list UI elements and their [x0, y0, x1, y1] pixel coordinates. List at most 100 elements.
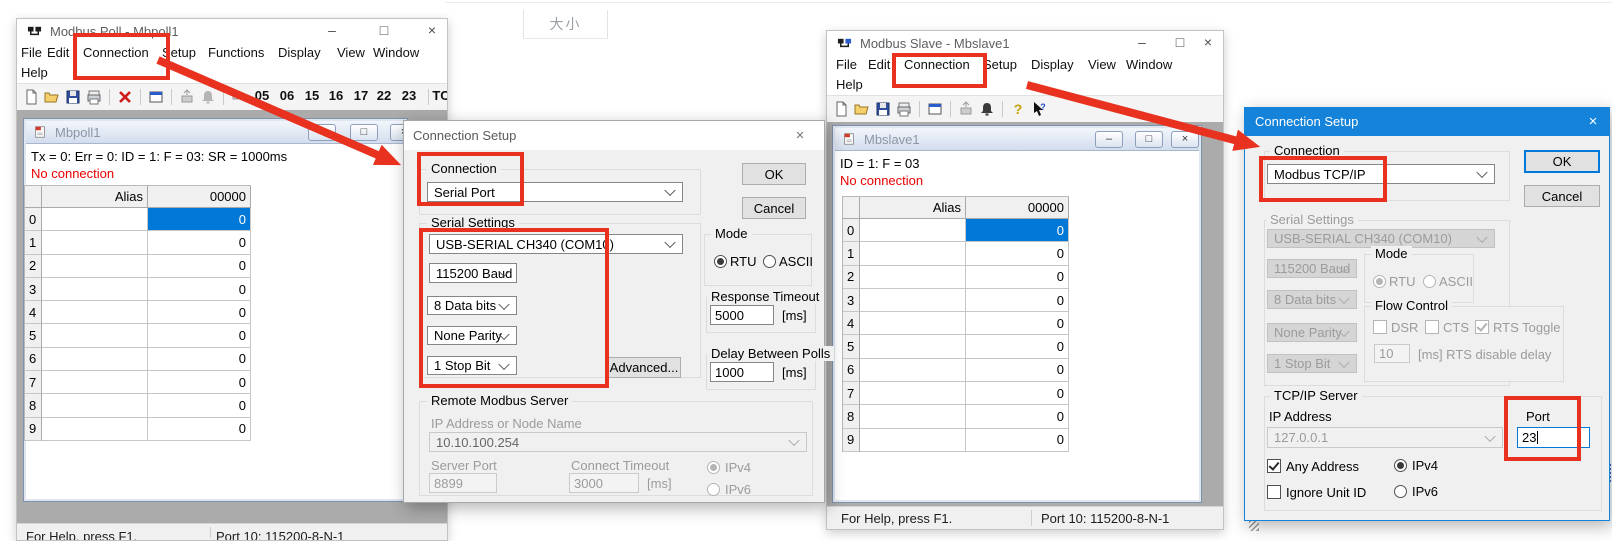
value-cell[interactable]: 0 [148, 418, 251, 441]
row-number-cell[interactable]: 8 [25, 394, 42, 417]
menu-window[interactable]: Window [1126, 55, 1172, 75]
link-icon[interactable] [230, 88, 248, 105]
close-icon[interactable]: × [784, 121, 816, 150]
column-header-cell[interactable]: 00000 [148, 186, 251, 208]
menu-display[interactable]: Display [1031, 55, 1074, 75]
close-icon[interactable]: × [1577, 108, 1609, 136]
menu-setup[interactable]: Setup [983, 55, 1017, 75]
row-number-cell[interactable]: 2 [25, 255, 42, 278]
ipv6-radio[interactable] [1394, 485, 1407, 498]
open-file-icon[interactable] [853, 100, 871, 117]
row-number-cell[interactable]: 3 [843, 289, 860, 312]
doc-restore-button[interactable]: □ [1135, 131, 1163, 148]
menu-window[interactable]: Window [373, 43, 419, 63]
value-cell[interactable]: 0 [966, 312, 1069, 335]
menu-help[interactable]: Help [836, 75, 863, 95]
cancel-button[interactable]: Cancel [1524, 185, 1600, 207]
value-cell-selected[interactable]: 0 [148, 208, 251, 231]
menu-display[interactable]: Display [278, 43, 321, 63]
doc-close-button[interactable]: × [1171, 131, 1199, 148]
alias-cell[interactable] [42, 348, 148, 371]
new-document-icon[interactable] [22, 88, 40, 105]
value-cell[interactable]: 0 [148, 371, 251, 394]
alias-cell[interactable] [860, 359, 966, 382]
toolbar-16-button[interactable]: 16 [324, 88, 348, 103]
value-cell[interactable]: 0 [148, 278, 251, 301]
cancel-button[interactable]: Cancel [742, 197, 806, 219]
menu-edit[interactable]: Edit [868, 55, 890, 75]
alias-cell[interactable] [860, 405, 966, 428]
context-help-icon[interactable]: ? [1030, 100, 1048, 117]
ipv4-radio[interactable] [1394, 459, 1407, 472]
row-number-cell[interactable]: 2 [843, 266, 860, 289]
print-icon[interactable] [895, 100, 913, 117]
advanced-button[interactable]: Advanced... [607, 357, 681, 378]
row-number-cell[interactable]: 1 [843, 242, 860, 265]
value-cell[interactable]: 0 [148, 231, 251, 254]
value-cell[interactable]: 0 [966, 405, 1069, 428]
row-number-cell[interactable]: 5 [25, 324, 42, 347]
minimize-button[interactable]: – [1127, 31, 1157, 55]
value-cell-selected[interactable]: 0 [966, 219, 1069, 242]
doc-restore-button[interactable]: □ [350, 124, 378, 141]
corner-header-cell[interactable] [843, 197, 860, 219]
row-number-cell[interactable]: 6 [843, 359, 860, 382]
row-number-cell[interactable]: 1 [25, 231, 42, 254]
toolbar-05-button[interactable]: 05 [250, 88, 274, 103]
menu-file[interactable]: File [21, 43, 42, 63]
column-header-cell[interactable]: 00000 [966, 197, 1069, 219]
maximize-button[interactable]: □ [1165, 31, 1195, 55]
doc-minimize-button[interactable]: – [1095, 131, 1123, 148]
response-timeout-field[interactable]: 5000 [710, 305, 774, 325]
any-address-checkbox[interactable] [1267, 459, 1281, 473]
row-number-cell[interactable]: 9 [843, 429, 860, 452]
alias-cell[interactable] [42, 371, 148, 394]
bell-icon[interactable] [978, 100, 996, 117]
toolbar-17-button[interactable]: 17 [349, 88, 373, 103]
alias-cell[interactable] [860, 312, 966, 335]
maximize-button[interactable]: □ [369, 19, 399, 43]
row-number-cell[interactable]: 0 [25, 208, 42, 231]
menu-functions[interactable]: Functions [208, 43, 264, 63]
disconnect-icon[interactable] [116, 88, 134, 105]
row-number-cell[interactable]: 9 [25, 418, 42, 441]
save-icon[interactable] [874, 100, 892, 117]
row-number-cell[interactable]: 4 [843, 312, 860, 335]
ascii-radio[interactable] [763, 255, 776, 268]
value-cell[interactable]: 0 [148, 324, 251, 347]
menu-file[interactable]: File [836, 55, 857, 75]
ok-button[interactable]: OK [742, 163, 806, 185]
alias-cell[interactable] [42, 418, 148, 441]
communication-icon[interactable] [178, 88, 196, 105]
alias-cell[interactable] [42, 278, 148, 301]
alias-header-cell[interactable]: Alias [42, 186, 148, 208]
alias-cell[interactable] [42, 255, 148, 278]
ok-button[interactable]: OK [1524, 150, 1600, 173]
alias-cell[interactable] [42, 208, 148, 231]
value-cell[interactable]: 0 [148, 348, 251, 371]
alias-header-cell[interactable]: Alias [860, 197, 966, 219]
alias-cell[interactable] [42, 301, 148, 324]
ignore-unit-id-checkbox[interactable] [1267, 485, 1281, 499]
value-cell[interactable]: 0 [148, 301, 251, 324]
alias-cell[interactable] [860, 429, 966, 452]
menu-help[interactable]: Help [21, 63, 48, 83]
help-icon[interactable]: ? [1009, 100, 1027, 117]
print-icon[interactable] [85, 88, 103, 105]
alias-cell[interactable] [42, 394, 148, 417]
row-number-cell[interactable]: 7 [843, 382, 860, 405]
menu-view[interactable]: View [337, 43, 365, 63]
toolbar-tc-button[interactable]: TC [429, 88, 448, 103]
value-cell[interactable]: 0 [148, 394, 251, 417]
row-number-cell[interactable]: 0 [843, 219, 860, 242]
row-number-cell[interactable]: 7 [25, 371, 42, 394]
row-number-cell[interactable]: 6 [25, 348, 42, 371]
corner-header-cell[interactable] [25, 186, 42, 208]
value-cell[interactable]: 0 [966, 359, 1069, 382]
menu-edit[interactable]: Edit [47, 43, 69, 63]
alias-cell[interactable] [860, 242, 966, 265]
row-number-cell[interactable]: 5 [843, 335, 860, 358]
new-document-icon[interactable] [832, 100, 850, 117]
doc-minimize-button[interactable]: – [308, 124, 336, 141]
save-icon[interactable] [64, 88, 82, 105]
